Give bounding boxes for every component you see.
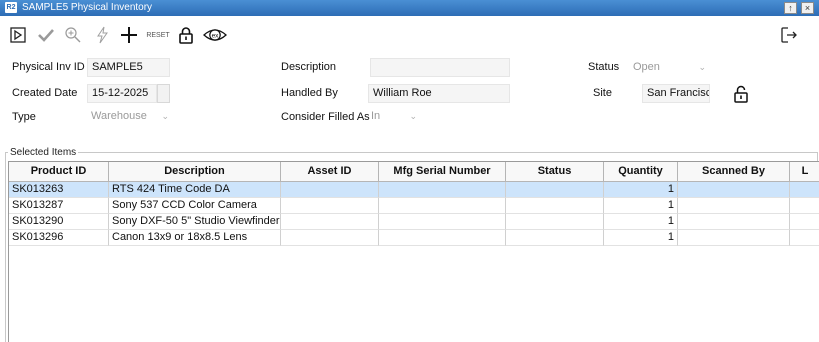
close-button[interactable]: ×: [801, 2, 814, 14]
table-row[interactable]: SK013290 Sony DXF-50 5" Studio Viewfinde…: [9, 214, 819, 230]
consider-filled-label: Consider Filled As: [281, 111, 370, 123]
svg-text:ex: ex: [212, 33, 220, 40]
cell-mfg-serial: [379, 198, 506, 214]
col-l[interactable]: L: [790, 162, 819, 182]
table-row[interactable]: SK013296 Canon 13x9 or 18x8.5 Lens 1: [9, 230, 819, 246]
chevron-down-icon: ⌄: [698, 62, 706, 72]
cell-scanned-by: [678, 230, 790, 246]
consider-filled-value: In: [371, 110, 381, 122]
cell-asset-id: [281, 230, 379, 246]
ex-eye-icon[interactable]: ex: [202, 25, 228, 45]
cell-asset-id: [281, 198, 379, 214]
cell-l: [790, 182, 819, 198]
handled-by-field[interactable]: William Roe: [368, 84, 510, 103]
items-grid[interactable]: Product ID Description Asset ID Mfg Seri…: [8, 161, 819, 342]
cell-status: [506, 198, 604, 214]
cell-product-id: SK013296: [9, 230, 109, 246]
cell-quantity: 1: [604, 198, 678, 214]
phys-inv-id-field[interactable]: SAMPLE5: [87, 58, 170, 77]
type-select[interactable]: Warehouse ⌄: [89, 107, 171, 126]
col-quantity[interactable]: Quantity: [604, 162, 678, 182]
site-label: Site: [593, 87, 612, 99]
chevron-down-icon: ⌄: [161, 111, 169, 121]
cell-description: Sony 537 CCD Color Camera: [109, 198, 281, 214]
status-label: Status: [588, 61, 620, 73]
restore-button[interactable]: ↑: [784, 2, 797, 14]
col-asset-id[interactable]: Asset ID: [281, 162, 379, 182]
app-logo: R2: [5, 2, 17, 13]
description-label: Description: [281, 61, 337, 73]
unlock-icon[interactable]: [733, 85, 749, 103]
reset-button[interactable]: RESET: [145, 25, 171, 45]
plus-icon[interactable]: [119, 25, 139, 45]
status-select[interactable]: Open ⌄: [628, 58, 712, 77]
cell-scanned-by: [678, 198, 790, 214]
cell-asset-id: [281, 214, 379, 230]
status-value: Open: [633, 61, 660, 73]
cell-description: Sony DXF-50 5" Studio Viewfinder: [109, 214, 281, 230]
window-title: SAMPLE5 Physical Inventory: [22, 2, 153, 13]
check-icon[interactable]: [36, 25, 56, 45]
cell-asset-id: [281, 182, 379, 198]
lock-icon[interactable]: [176, 25, 196, 45]
cell-mfg-serial: [379, 214, 506, 230]
cell-quantity: 1: [604, 182, 678, 198]
cell-status: [506, 230, 604, 246]
cell-l: [790, 198, 819, 214]
created-date-label: Created Date: [12, 87, 78, 99]
col-mfg-serial[interactable]: Mfg Serial Number: [379, 162, 506, 182]
play-icon[interactable]: [8, 25, 28, 45]
cell-mfg-serial: [379, 182, 506, 198]
col-description[interactable]: Description: [109, 162, 281, 182]
cell-mfg-serial: [379, 230, 506, 246]
cell-description: RTS 424 Time Code DA: [109, 182, 281, 198]
toolbar: RESET ex: [0, 17, 819, 52]
date-picker-button[interactable]: [157, 84, 170, 103]
col-status[interactable]: Status: [506, 162, 604, 182]
col-product-id[interactable]: Product ID: [9, 162, 109, 182]
cell-scanned-by: [678, 182, 790, 198]
cell-l: [790, 214, 819, 230]
window-titlebar: R2 SAMPLE5 Physical Inventory ↑ ×: [0, 0, 819, 16]
consider-filled-select[interactable]: In ⌄: [369, 107, 419, 126]
table-row[interactable]: SK013287 Sony 537 CCD Color Camera 1: [9, 198, 819, 214]
cell-scanned-by: [678, 214, 790, 230]
cell-l: [790, 230, 819, 246]
cell-product-id: SK013287: [9, 198, 109, 214]
chevron-down-icon: ⌄: [409, 111, 417, 121]
type-value: Warehouse: [91, 110, 147, 122]
cell-quantity: 1: [604, 214, 678, 230]
phys-inv-id-label: Physical Inv ID: [12, 61, 85, 73]
handled-by-label: Handled By: [281, 87, 338, 99]
cell-status: [506, 182, 604, 198]
type-label: Type: [12, 111, 36, 123]
created-date-field[interactable]: 15-12-2025: [87, 84, 157, 103]
cell-status: [506, 214, 604, 230]
cell-quantity: 1: [604, 230, 678, 246]
cell-product-id: SK013263: [9, 182, 109, 198]
col-scanned-by[interactable]: Scanned By: [678, 162, 790, 182]
selected-items-label: Selected Items: [8, 147, 79, 158]
cell-product-id: SK013290: [9, 214, 109, 230]
cell-description: Canon 13x9 or 18x8.5 Lens: [109, 230, 281, 246]
lightning-icon[interactable]: [92, 25, 112, 45]
grid-header: Product ID Description Asset ID Mfg Seri…: [9, 162, 819, 182]
site-field[interactable]: San Francisco: [642, 84, 710, 103]
zoom-icon[interactable]: [63, 25, 83, 45]
table-row[interactable]: SK013263 RTS 424 Time Code DA 1: [9, 182, 819, 198]
exit-icon[interactable]: [779, 25, 799, 45]
description-field[interactable]: [370, 58, 510, 77]
